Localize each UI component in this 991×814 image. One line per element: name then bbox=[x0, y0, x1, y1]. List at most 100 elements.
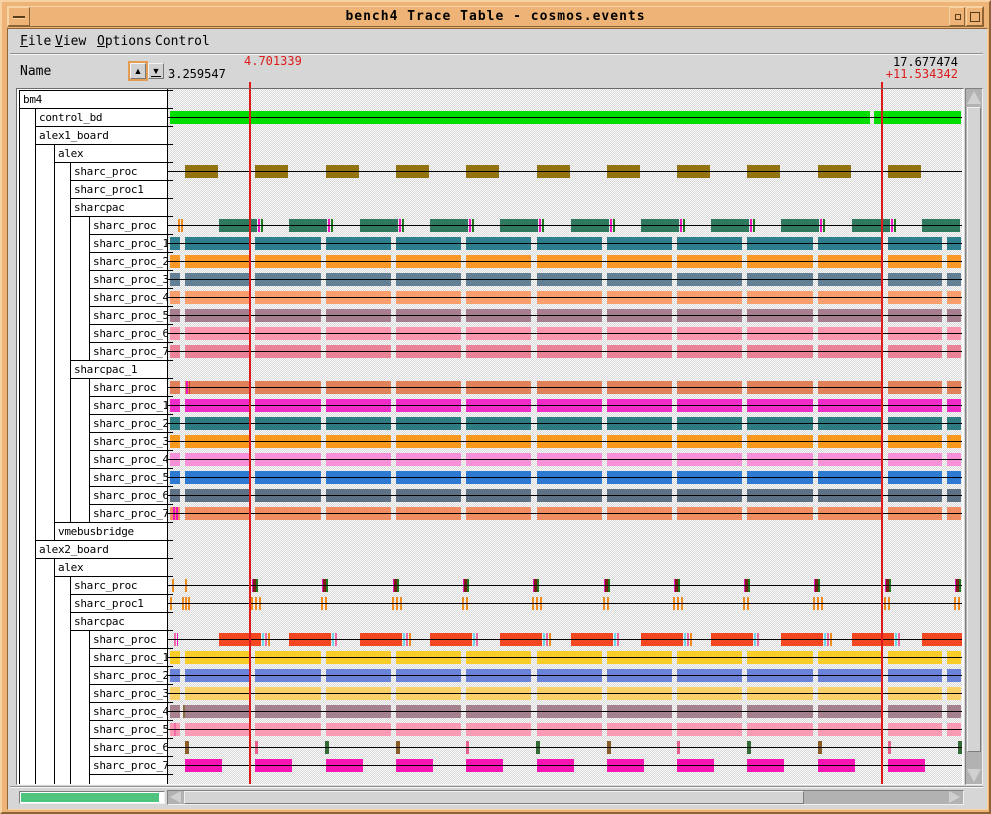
vertical-scrollbar[interactable] bbox=[965, 88, 983, 785]
tree-node-sharc_proc_4[interactable]: sharc_proc_4 bbox=[89, 288, 168, 307]
tree-branch-line bbox=[35, 324, 36, 343]
time-cursor-1[interactable] bbox=[249, 89, 251, 784]
trace-centerline bbox=[168, 477, 962, 478]
horizontal-scrollbar-thumb[interactable] bbox=[184, 791, 804, 804]
scrollbar-down-arrow-icon[interactable] bbox=[967, 769, 981, 782]
trace-centerline bbox=[168, 387, 962, 388]
row-boundary-tick bbox=[168, 684, 173, 685]
tree-node-sharc_proc1[interactable]: sharc_proc1 bbox=[70, 594, 168, 613]
tree-node-sharc_proc1[interactable]: sharc_proc1 bbox=[70, 180, 168, 199]
tree-branch-line bbox=[54, 288, 55, 307]
tree-node-sharc_proc_4[interactable]: sharc_proc_4 bbox=[89, 702, 168, 721]
tree-node-sharc_proc_6[interactable]: sharc_proc_6 bbox=[89, 324, 168, 343]
tree-branch-line bbox=[70, 270, 71, 289]
tree-node-sharc_proc_1[interactable]: sharc_proc_1 bbox=[89, 396, 168, 415]
tree-node-sharc_proc_7[interactable]: sharc_proc_7 bbox=[89, 504, 168, 523]
vertical-scrollbar-thumb[interactable] bbox=[967, 107, 981, 752]
scrollbar-right-arrow-icon[interactable] bbox=[949, 791, 960, 803]
tree-branch-line bbox=[54, 396, 55, 415]
tree-node-sharcpac[interactable]: sharcpac bbox=[70, 612, 168, 631]
menu-item-file[interactable]: File bbox=[20, 34, 51, 51]
tree-branch-line bbox=[35, 414, 36, 433]
scrollbar-left-arrow-icon[interactable] bbox=[170, 791, 181, 803]
tree-node-label: sharc_proc_1 bbox=[93, 399, 168, 412]
tree-node-sharcpac[interactable]: sharcpac bbox=[70, 198, 168, 217]
tree-node-sharc_proc_2[interactable]: sharc_proc_2 bbox=[89, 252, 168, 271]
tree-node-sharc_proc[interactable]: sharc_proc bbox=[89, 216, 168, 235]
tree-node-label: sharc_proc_2 bbox=[93, 669, 168, 682]
tree-branch-line bbox=[19, 648, 20, 667]
tree-node-alex2_board[interactable]: alex2_board bbox=[35, 540, 168, 559]
tree-branch-line bbox=[35, 558, 36, 577]
tree-node-alex1_board[interactable]: alex1_board bbox=[35, 126, 168, 145]
row-boundary-tick bbox=[168, 576, 173, 577]
tree-node-sharc_proc[interactable]: sharc_proc bbox=[70, 162, 168, 181]
tree-node-alex[interactable]: alex bbox=[54, 558, 168, 577]
menu-item-view[interactable]: View bbox=[55, 34, 86, 51]
tree-branch-line bbox=[54, 216, 55, 235]
bottom-separator bbox=[10, 786, 983, 788]
maximize-button[interactable] bbox=[966, 7, 983, 26]
tree-node-sharc_proc_1[interactable]: sharc_proc_1 bbox=[89, 648, 168, 667]
row-boundary-tick bbox=[168, 774, 173, 775]
tree-branch-line bbox=[54, 738, 55, 757]
tree-node-vmebusbridge[interactable]: vmebusbridge bbox=[54, 522, 168, 541]
menu-item-control[interactable]: Control bbox=[155, 34, 210, 51]
tree-branch-line bbox=[35, 342, 36, 361]
tree-node-sharc_proc[interactable]: sharc_proc bbox=[89, 630, 168, 649]
tree-branch-line bbox=[54, 360, 55, 379]
tree-node-label: sharc_proc_7 bbox=[93, 345, 168, 358]
tree-branch-line bbox=[54, 450, 55, 469]
trace-centerline bbox=[168, 639, 962, 640]
tree-node-sharc_proc_5[interactable]: sharc_proc_5 bbox=[89, 468, 168, 487]
menu-item-options[interactable]: Options bbox=[97, 34, 152, 51]
tree-branch-line bbox=[19, 720, 20, 739]
tree-branch-line bbox=[54, 342, 55, 361]
minimize-button[interactable] bbox=[949, 7, 965, 26]
tree-node-sharc_proc_6[interactable]: sharc_proc_6 bbox=[89, 486, 168, 505]
tree-node-sharc_proc_5[interactable]: sharc_proc_5 bbox=[89, 720, 168, 739]
row-boundary-tick bbox=[168, 504, 173, 505]
scrollbar-up-arrow-icon[interactable] bbox=[967, 91, 981, 104]
tree-node-sharc_proc_3[interactable]: sharc_proc_3 bbox=[89, 684, 168, 703]
trace-centerline bbox=[168, 495, 962, 496]
tree-node-sharc_proc_3[interactable]: sharc_proc_3 bbox=[89, 432, 168, 451]
tree-node-sharcpac_1[interactable]: sharcpac_1 bbox=[70, 360, 168, 379]
window: bench4 Trace Table - cosmos.events File V… bbox=[0, 0, 991, 814]
tree-branch-line bbox=[35, 756, 36, 775]
tree-branch-line bbox=[19, 468, 20, 487]
tree-node-label: sharc_proc bbox=[93, 633, 157, 646]
tree-node-label: sharc_proc_1 bbox=[93, 237, 168, 250]
horizontal-scrollbar[interactable] bbox=[167, 790, 964, 805]
tree-node-sharc_proc_2[interactable]: sharc_proc_2 bbox=[89, 414, 168, 433]
tree-branch-line bbox=[54, 720, 55, 739]
tree-node-sharc_proc_6[interactable]: sharc_proc_6 bbox=[89, 738, 168, 757]
time-cursor-2[interactable] bbox=[881, 89, 883, 784]
tree-node-sharc_proc_5[interactable]: sharc_proc_5 bbox=[89, 306, 168, 325]
tree-node-sharc_proc_7[interactable]: sharc_proc_7 bbox=[89, 342, 168, 361]
row-boundary-tick bbox=[168, 252, 173, 253]
scroll-up-button[interactable]: ▲ bbox=[130, 63, 146, 79]
tree-node-sharc_proc_2[interactable]: sharc_proc_2 bbox=[89, 666, 168, 685]
tree-node-label: sharc_proc1 bbox=[74, 183, 144, 196]
row-boundary-tick bbox=[168, 612, 173, 613]
tree-branch-line bbox=[35, 612, 36, 631]
tree-node-sharc_proc_1[interactable]: sharc_proc_1 bbox=[89, 234, 168, 253]
tree-node-sharc_proc[interactable]: sharc_proc bbox=[89, 378, 168, 397]
row-boundary-tick bbox=[168, 702, 173, 703]
tree-node-alex[interactable]: alex bbox=[54, 144, 168, 163]
titlebar[interactable]: bench4 Trace Table - cosmos.events bbox=[7, 6, 984, 27]
trace-centerline bbox=[168, 711, 962, 712]
tree-node-sharc_proc_7[interactable]: sharc_proc_7 bbox=[89, 756, 168, 775]
tree-node-sharc_proc_3[interactable]: sharc_proc_3 bbox=[89, 270, 168, 289]
tree-branch-line bbox=[19, 774, 20, 784]
timeline-plot[interactable] bbox=[168, 89, 962, 784]
tree-branch-line bbox=[54, 468, 55, 487]
trace-centerline bbox=[168, 351, 962, 352]
tree-node-sharc_proc_4[interactable]: sharc_proc_4 bbox=[89, 450, 168, 469]
tree-node-bm4[interactable]: bm4 bbox=[19, 90, 168, 109]
scroll-down-button[interactable]: ▼ bbox=[148, 63, 164, 79]
tree-node-sharc_proc[interactable]: sharc_proc bbox=[70, 576, 168, 595]
tree-node-label: sharc_proc_5 bbox=[93, 723, 168, 736]
tree-node-control_bd[interactable]: control_bd bbox=[35, 108, 168, 127]
